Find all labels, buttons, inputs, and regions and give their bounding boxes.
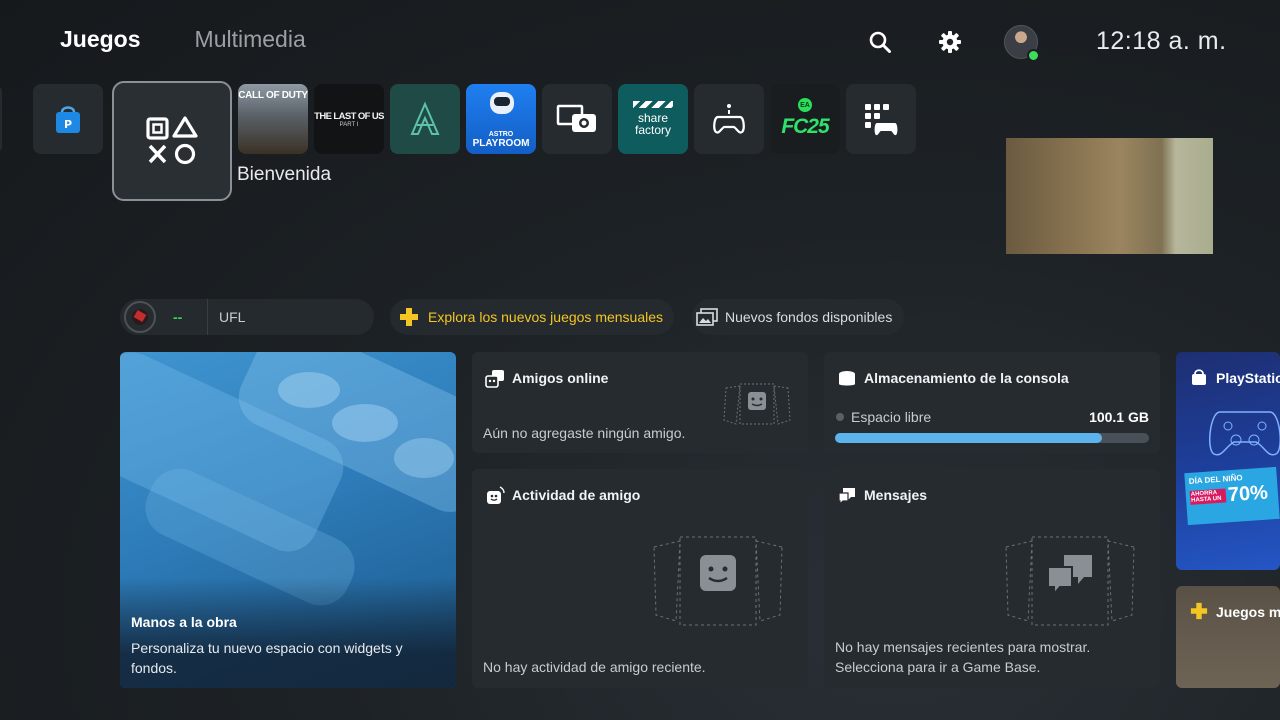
messages-icon [838,488,855,506]
tile-label: CALL OF DUTY [238,90,308,101]
tab-multimedia[interactable]: Multimedia [195,26,306,53]
trophy-pill[interactable]: -- UFL [120,299,374,335]
settings-button[interactable] [932,24,968,60]
empty-activity-illustration [653,536,783,626]
ps-plus-icon [1190,602,1208,620]
tile-partial-left[interactable] [0,84,2,154]
friend-activity-title: Actividad de amigo [512,487,641,503]
monthly-games-pill[interactable]: Explora los nuevos juegos mensuales [390,299,674,335]
search-icon [869,31,891,53]
hero-card[interactable]: Manos a la obra Personaliza tu nuevo esp… [120,352,456,688]
trophy-game-name: UFL [219,309,246,325]
tile-call-of-duty[interactable]: CALL OF DUTY [238,84,308,154]
friends-online-title: Amigos online [512,370,609,386]
friends-icon [485,370,504,388]
storage-label: Espacio libre [851,409,932,425]
tile-share-factory[interactable]: share factory [618,84,688,154]
tile-game-library[interactable] [112,81,232,201]
store-card[interactable]: PlayStatio DÍA DEL NIÑO AHORRA HASTA UN … [1176,352,1280,570]
wallpapers-label: Nuevos fondos disponibles [725,309,893,325]
wallpapers-pill[interactable]: Nuevos fondos disponibles [692,299,904,335]
store-bag-icon: P [56,106,80,133]
hero-art-bubble [278,372,340,408]
top-nav: Juegos Multimedia [60,26,306,53]
tile-label: ASTRO [488,131,514,138]
storage-value: 100.1 GB [1089,409,1149,425]
tile-label: THE LAST OF US [314,110,384,122]
tile-assassins-creed[interactable] [390,84,460,154]
search-button[interactable] [862,24,898,60]
apps-grid-icon [865,104,898,136]
ps-plus-icon [400,308,418,326]
ea-badge: EA [798,98,812,112]
tile-apps[interactable] [846,84,916,154]
friends-online-card[interactable]: Amigos online Aún no agregaste ningún am… [472,352,808,453]
controller-icon [713,104,745,134]
tile-ea-fc25[interactable]: EA FC25 [770,84,840,154]
ps-store-icon [1192,369,1206,385]
storage-title: Almacenamiento de la consola [864,370,1069,386]
empty-friends-illustration [723,383,791,425]
tile-the-last-of-us[interactable]: THE LAST OF US PART I [314,84,384,154]
store-banner-line2: AHORRA HASTA UN [1189,488,1227,505]
welcome-label: Bienvenida [237,164,332,185]
astro-visor [494,97,510,106]
tile-sublabel: PART I [339,121,359,128]
pill-divider [207,299,208,335]
monthly-games-label: Explora los nuevos juegos mensuales [428,309,664,325]
tile-playstation-store[interactable]: P [33,84,103,154]
store-banner-pct: 70% [1227,481,1269,507]
clock: 12:18 a. m. [1096,27,1227,55]
friend-activity-icon [487,486,505,504]
store-card-title: PlayStatio [1216,370,1280,386]
storage-icon [839,371,855,386]
camera-preview [1006,138,1213,254]
hero-title: Manos a la obra [131,614,237,630]
storage-dot [836,413,844,421]
trophy-value: -- [173,309,183,325]
gear-icon [939,31,961,53]
storage-card[interactable]: Almacenamiento de la consola Espacio lib… [824,352,1160,453]
plus-games-card[interactable]: Juegos me [1176,586,1280,688]
tile-label: FC25 [781,115,829,138]
store-banner: DÍA DEL NIÑO AHORRA HASTA UN 70% [1184,466,1280,526]
tile-media-gallery[interactable] [542,84,612,154]
hero-body: Personaliza tu nuevo espacio con widgets… [131,640,403,676]
friend-activity-card[interactable]: Actividad de amigo No hay actividad de a… [472,469,808,688]
camera-gallery-icon [556,104,596,132]
trophy-progress-ring [124,301,156,333]
online-status-dot [1027,49,1040,62]
empty-messages-illustration [1005,536,1135,626]
tile-astro-playroom[interactable]: ASTRO PLAYROOM [466,84,536,154]
tile-sublabel: factory [634,123,671,137]
hero-art-bubble [332,404,398,442]
friends-online-body: Aún no agregaste ningún amigo. [483,425,686,441]
hero-art-bubble [394,438,454,478]
ps-shapes-icon [146,116,198,165]
messages-title: Mensajes [864,487,928,503]
storage-bar [835,433,1149,443]
messages-body: No hay mensajes recientes para mostrar. … [835,639,1091,675]
messages-card[interactable]: Mensajes No hay mensajes recientes para … [824,469,1160,688]
trophy-icon [133,310,147,322]
tab-juegos[interactable]: Juegos [60,26,141,53]
wallpaper-icon [696,308,718,326]
svg-text:P: P [64,118,72,131]
tile-controller-app[interactable] [694,84,764,154]
plus-games-title: Juegos me [1216,604,1280,620]
assassins-creed-icon [410,101,440,135]
clapper-icon [633,101,673,108]
tile-sublabel: PLAYROOM [472,138,530,149]
friend-activity-body: No hay actividad de amigo reciente. [483,659,706,675]
storage-bar-fill [835,433,1102,443]
controller-art-icon [1208,411,1280,456]
